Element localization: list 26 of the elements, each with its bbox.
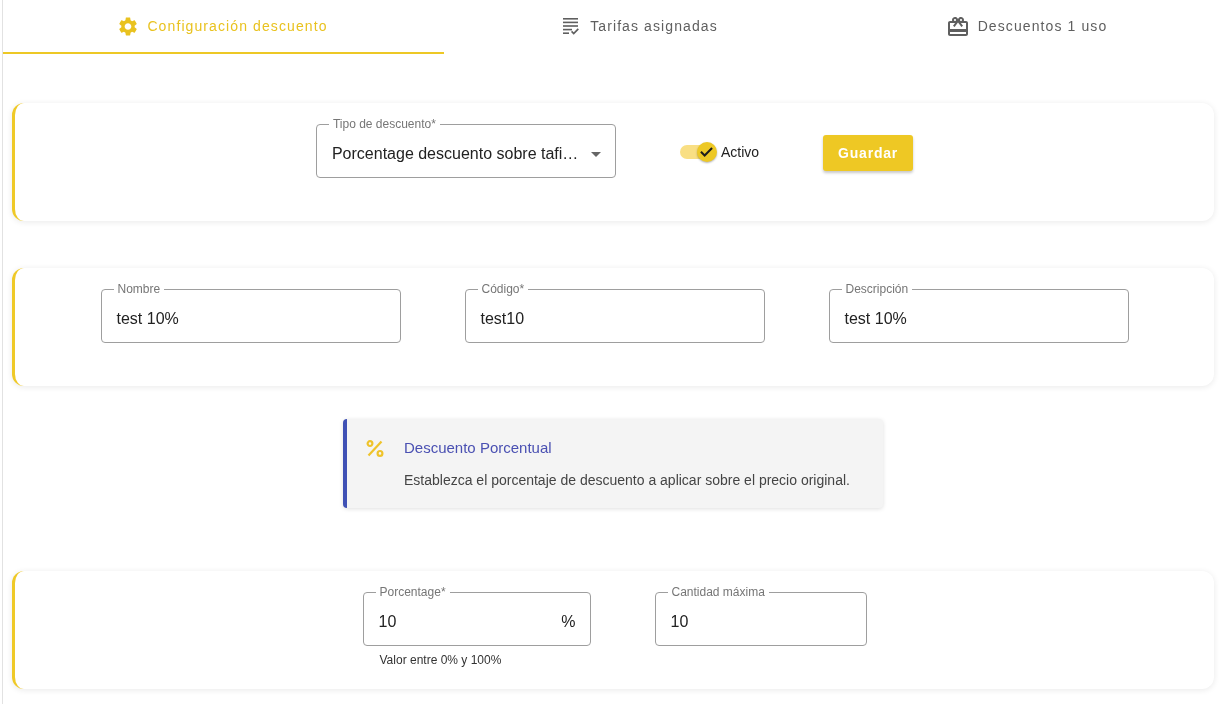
caret-icon [590,151,601,157]
text-field[interactable]: Cantidad máxima 10 [654,585,867,646]
percent-icon [366,439,384,457]
helper-text: Valor entre 0% y 100% [379,653,503,667]
toggle-switch[interactable] [679,142,717,162]
tab[interactable]: Descuentos 1 uso [836,0,1219,54]
info-title: Descuento Porcentual [404,439,552,457]
gift-box-icon [947,16,968,36]
tab[interactable]: Tarifas asignadas [444,0,836,54]
field-label: Cantidad máxima [670,585,766,599]
field-label: Tipo de descuento* [331,117,437,131]
text-field[interactable]: Descripción test 10% [828,282,1129,343]
field-label: Descripción [844,282,910,296]
text-field[interactable]: Código* test10 [464,282,765,343]
gear-icon [119,16,138,36]
field-label: Nombre [116,282,162,296]
text-field[interactable]: Porcentage* 10 % [362,585,591,646]
unit-suffix: % [561,613,576,631]
list-check-icon [562,17,581,35]
text-field[interactable]: Nombre test 10% [100,282,401,343]
dropdown-field[interactable]: Tipo de descuento* Porcentage descuento sobre tafi… [315,117,616,178]
info-text: Establezca el porcentaje de descuento a aplicar sobre el precio original. [404,472,850,489]
field-label: Porcentage* [378,585,447,599]
field-label: Código* [480,282,526,296]
check-icon [700,147,714,157]
toggle-label: Activo [720,144,760,160]
